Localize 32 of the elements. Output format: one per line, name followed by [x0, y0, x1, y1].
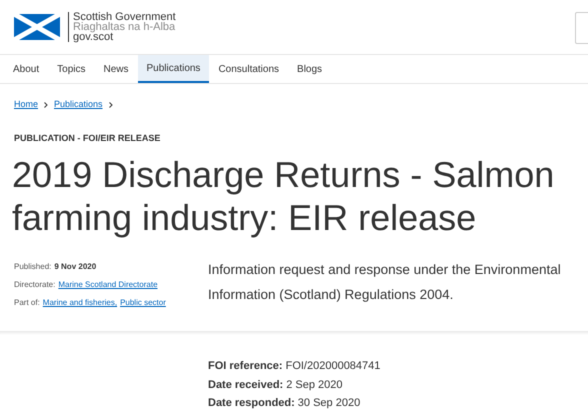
detail-label: FOI reference: [208, 359, 283, 374]
meta-label: Part of: [14, 297, 40, 309]
detail-value: 30 Sep 2020 [298, 396, 360, 411]
meta-label: Published: [14, 261, 52, 273]
meta-link[interactable]: Marine and fisheries, [42, 297, 118, 309]
summary-text: Information (Scotland) Regulations 2004. [208, 286, 454, 304]
meta-value: 9 Nov 2020 [54, 261, 96, 273]
logo-text: gov.scot [73, 32, 114, 42]
detail-label: Date responded: [208, 396, 295, 411]
page-title: farming industry: EIR release [12, 196, 478, 239]
logo-text: Riaghaltas na h-Alba [73, 22, 176, 32]
logo-text: Scottish Government [73, 12, 176, 22]
nav-tab[interactable]: Consultations [209, 55, 288, 83]
publication-type: PUBLICATION - FOI/EIR RELEASE [13, 132, 162, 144]
meta-label: Directorate: [14, 279, 56, 291]
page-title: 2019 Discharge Returns - Salmon [12, 153, 556, 196]
nav-tab[interactable]: Topics [48, 55, 94, 83]
detail-value: FOI/202000084741 [286, 359, 380, 374]
flag-icon [14, 14, 60, 40]
detail-label: Date received: [208, 378, 284, 392]
breadcrumb-link[interactable]: Home [14, 98, 38, 112]
nav-tab[interactable]: About [4, 55, 48, 83]
nav-tab[interactable]: Publications [138, 55, 210, 83]
breadcrumb-link[interactable]: Publications [54, 98, 103, 112]
nav-tab[interactable]: News [94, 55, 138, 83]
chevron-icon [44, 102, 48, 108]
nav-tab[interactable]: Blogs [288, 55, 332, 83]
meta-link[interactable]: Marine Scotland Directorate [58, 279, 158, 291]
meta-link[interactable]: Public sector [120, 297, 166, 309]
summary-text: Information request and response under the Environmental [208, 261, 561, 279]
detail-value: 2 Sep 2020 [286, 378, 342, 392]
chevron-icon [108, 102, 113, 108]
